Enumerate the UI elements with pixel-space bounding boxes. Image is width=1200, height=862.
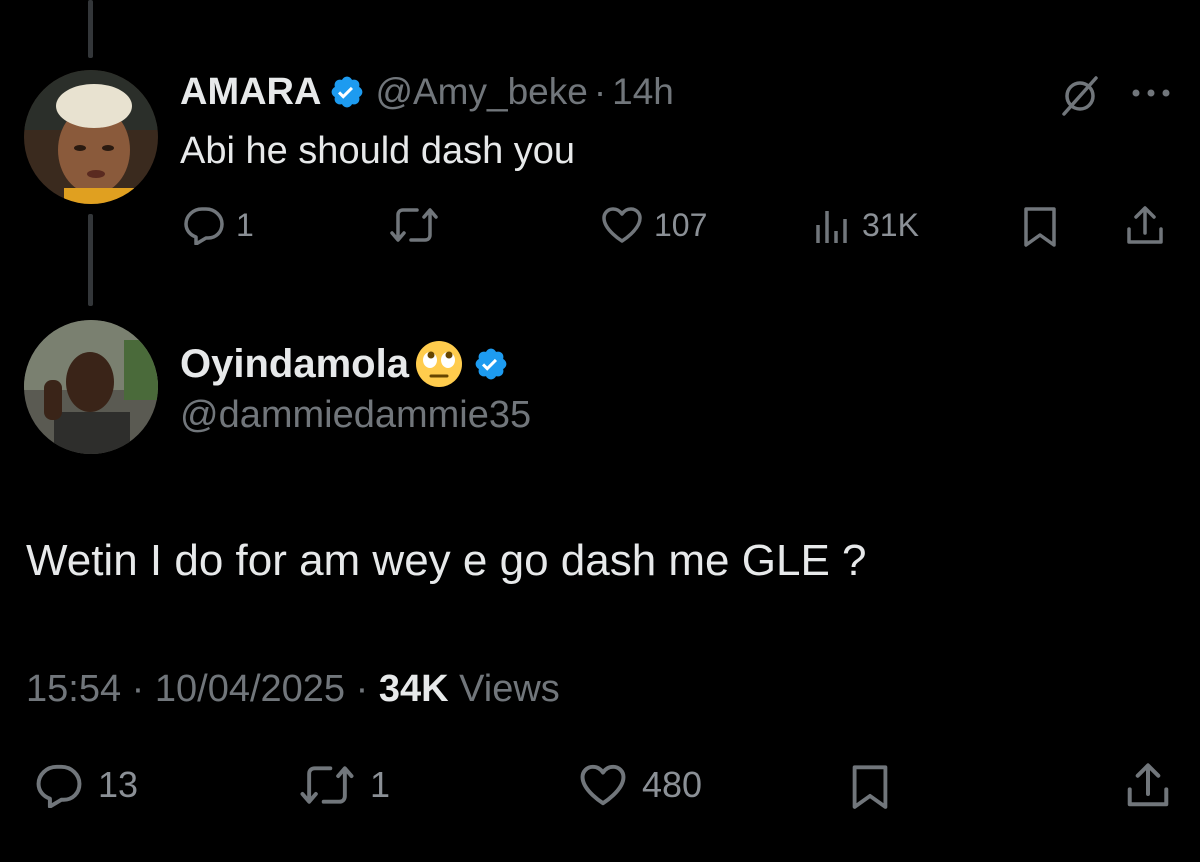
tweet-views-count: 34K (378, 668, 449, 710)
tweet-meta: 15:54 · 10/04/2025 · 34K Views (26, 668, 560, 711)
tweet-display-name[interactable]: Oyindamola (180, 342, 409, 387)
like-count: 480 (642, 764, 703, 805)
tweet-handle[interactable]: @dammiedammie35 (180, 394, 531, 437)
like-icon (580, 764, 626, 806)
eye-roll-emoji (413, 338, 465, 390)
bookmark-icon (852, 765, 888, 809)
more-icon[interactable] (1128, 86, 1174, 100)
verified-icon (329, 74, 365, 110)
share-icon (1127, 206, 1163, 244)
tweet-views-label: Views (459, 668, 560, 710)
avatar-amara[interactable] (24, 70, 158, 204)
retweet-count: 1 (370, 764, 391, 805)
reply-display-name[interactable]: AMARA (180, 71, 321, 114)
bookmark-button[interactable] (848, 762, 892, 810)
verified-icon (473, 346, 509, 382)
like-icon (602, 207, 642, 243)
separator-dot: · (355, 668, 369, 710)
reply-icon (184, 207, 224, 245)
share-button[interactable] (1124, 762, 1172, 810)
reply-button[interactable]: 13 (34, 762, 138, 808)
avatar-oyindamola[interactable] (24, 320, 158, 454)
share-button[interactable] (1124, 205, 1166, 247)
like-button[interactable]: 480 (578, 762, 702, 808)
retweet-button[interactable] (388, 205, 450, 245)
views-button[interactable]: 31K (812, 205, 919, 245)
views-count: 31K (862, 206, 919, 243)
separator-dot: · (593, 71, 607, 112)
reply-icon (36, 764, 82, 808)
bookmark-button[interactable] (1020, 205, 1060, 247)
views-icon (816, 211, 847, 243)
grok-icon[interactable] (1058, 74, 1102, 118)
reply-time[interactable]: 14h (612, 71, 674, 113)
like-button[interactable]: 107 (600, 205, 707, 245)
like-count: 107 (654, 206, 708, 243)
reply-count: 1 (236, 206, 254, 243)
separator-dot: · (131, 668, 145, 710)
thread-line-connector (88, 214, 93, 306)
reply-handle[interactable]: @Amy_beke (375, 71, 587, 113)
tweet-time[interactable]: 15:54 (26, 668, 121, 710)
reply-header: AMARA @Amy_beke · 14h (180, 70, 674, 114)
tweet-date[interactable]: 10/04/2025 (155, 668, 345, 710)
bookmark-icon (1024, 207, 1056, 247)
retweet-button[interactable]: 1 (298, 762, 390, 808)
reply-text: Abi he should dash you (180, 130, 576, 172)
reply-button[interactable]: 1 (182, 205, 254, 245)
reply-count: 13 (98, 764, 139, 805)
retweet-icon (300, 766, 354, 804)
thread-line-top (88, 0, 93, 58)
retweet-icon (390, 208, 438, 242)
share-icon (1127, 763, 1169, 807)
tweet-text: Wetin I do for am wey e go dash me GLE ? (26, 536, 867, 585)
tweet-author-row: Oyindamola (180, 338, 519, 390)
